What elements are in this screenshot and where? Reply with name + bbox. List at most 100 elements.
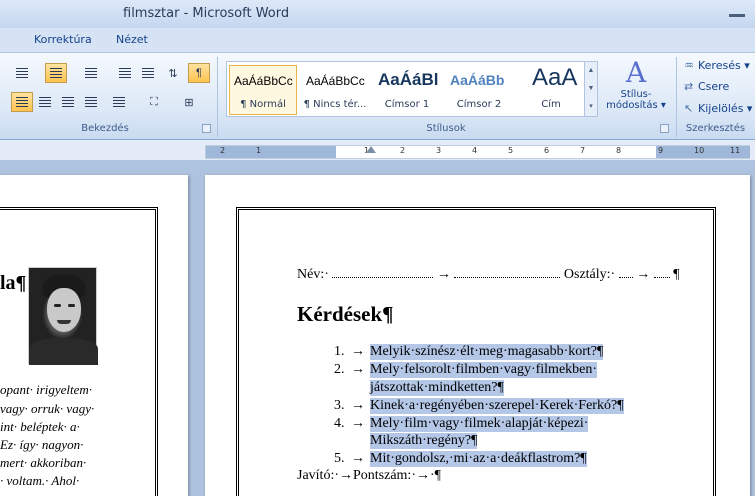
decrease-indent-button[interactable]	[114, 63, 136, 83]
ruler-number: 2	[220, 146, 226, 155]
align-center-button[interactable]	[34, 92, 56, 112]
photo-eye	[54, 304, 61, 307]
scroll-down-icon[interactable]: ▼	[585, 80, 597, 98]
line-spacing-button[interactable]	[108, 92, 130, 112]
tab-arrow-icon: →	[351, 416, 365, 431]
align-right-icon	[62, 97, 74, 107]
horizontal-ruler[interactable]: 2 1 1 2 3 4 5 6 7 8 9 10 11	[205, 145, 750, 159]
styles-gallery: AaÁáBbCc ¶ Normál AaÁáBbCc ¶ Nincs tér..…	[226, 61, 594, 117]
align-right-button[interactable]	[57, 92, 79, 112]
style-normal[interactable]: AaÁáBbCc ¶ Normál	[229, 65, 297, 115]
style-sample: AaÁáBbCc	[306, 74, 365, 88]
left-heading-fragment: la¶	[0, 272, 27, 294]
paragraph-dialog-launcher[interactable]	[202, 124, 211, 133]
tab-arrow-icon: →	[436, 267, 451, 282]
style-name: ¶ Nincs tér...	[303, 99, 367, 110]
borders-button[interactable]: ⊞	[178, 92, 200, 112]
align-left-icon	[16, 97, 28, 107]
change-styles-icon: A	[625, 56, 647, 89]
align-center-icon	[39, 97, 51, 107]
photo-eye	[68, 304, 75, 307]
find-button[interactable]: ♒ Keresés ▾	[684, 59, 750, 72]
style-heading-2[interactable]: AaÁáBb Címsor 2	[445, 65, 513, 115]
pilcrow-icon: ¶	[196, 67, 202, 79]
ruler-number: 2	[400, 146, 406, 155]
photo-mouth	[57, 320, 71, 324]
name-leader	[332, 277, 434, 278]
ruler-number: 10	[694, 146, 705, 155]
multilevel-list-icon	[85, 68, 97, 78]
sort-button[interactable]: ⇅	[162, 63, 184, 83]
tab-arrow-icon: →	[351, 398, 365, 413]
ribbon: ⇅ ¶ ⛶ ⊞ Bekezdés AaÁáBbCc ¶ Normál AaÁáB…	[0, 52, 755, 140]
shading-button[interactable]: ⛶	[143, 92, 165, 112]
group-label-editing: Szerkesztés	[685, 123, 746, 134]
photo-face	[47, 288, 81, 332]
cursor-icon: ↖	[684, 102, 694, 115]
name-leader	[454, 277, 561, 278]
replace-icon: ⇄	[684, 80, 694, 93]
grader-line: Javító:·→Pontszám:·→·¶	[297, 468, 441, 483]
show-marks-button[interactable]: ¶	[188, 63, 210, 83]
find-label: Keresés ▾	[698, 59, 750, 72]
class-label: Osztály:·	[563, 267, 616, 282]
minimize-button[interactable]	[729, 14, 745, 17]
increase-indent-button[interactable]	[137, 63, 159, 83]
title-bar: filmsztar - Microsoft Word	[0, 0, 755, 28]
change-styles-label-1: Stílus-	[620, 89, 652, 100]
left-text-line: mert· akkoriban·	[0, 455, 87, 470]
replace-label: Csere	[698, 80, 730, 93]
style-name: ¶ Normál	[240, 99, 286, 110]
left-text-line: vagy· orruk· vagy·	[0, 401, 95, 416]
decrease-indent-icon	[119, 68, 131, 78]
photo-body	[29, 338, 98, 365]
select-button[interactable]: ↖ Kijelölés ▾	[684, 102, 752, 115]
numbering-icon	[50, 68, 62, 78]
indent-marker[interactable]	[366, 146, 376, 153]
style-name: Címsor 2	[456, 99, 502, 110]
increase-indent-icon	[142, 68, 154, 78]
bullets-icon	[16, 68, 28, 78]
scroll-up-icon[interactable]: ▲	[585, 62, 597, 80]
question-text: Mikszáth·regény?¶	[370, 433, 478, 449]
justify-icon	[85, 97, 97, 107]
style-sample: AaA	[532, 64, 578, 91]
bullets-button[interactable]	[11, 63, 33, 83]
ruler-number: 5	[508, 146, 514, 155]
replace-button[interactable]: ⇄ Csere	[684, 80, 729, 93]
style-no-spacing[interactable]: AaÁáBbCc ¶ Nincs tér...	[301, 65, 369, 115]
ruler-number: 4	[472, 146, 478, 155]
ruler-number: 3	[436, 146, 442, 155]
multilevel-list-button[interactable]	[80, 63, 102, 83]
group-label-paragraph: Bekezdés	[81, 123, 129, 134]
gallery-more-icon[interactable]: ▾	[585, 98, 597, 116]
name-label: Név:·	[297, 267, 329, 282]
tab-arrow-icon: →	[351, 344, 365, 359]
style-title[interactable]: AaA Cím	[517, 64, 585, 115]
tab-arrow-icon: →	[636, 267, 651, 282]
ruler-number: 8	[616, 146, 622, 155]
numbering-button[interactable]	[45, 63, 67, 83]
tab-view[interactable]: Nézet	[116, 33, 148, 46]
ruler-number: 9	[658, 146, 664, 155]
style-sample: AaÁáBbCc	[234, 74, 293, 88]
document-heading: Kérdések¶	[297, 302, 394, 326]
tab-arrow-icon: →	[351, 362, 365, 377]
left-text-line: Ez· így· nagyon·	[0, 437, 84, 452]
change-styles-button[interactable]: A Stílus- módosítás ▾	[604, 57, 668, 121]
question-number: 4.	[334, 416, 345, 431]
line-spacing-icon	[113, 97, 125, 107]
style-heading-1[interactable]: AaÁáBl Címsor 1	[373, 65, 441, 115]
align-left-button[interactable]	[11, 92, 33, 112]
window-title: filmsztar - Microsoft Word	[123, 6, 290, 21]
tab-review[interactable]: Korrektúra	[34, 33, 92, 46]
style-name: Cím	[541, 99, 561, 110]
styles-dialog-launcher[interactable]	[660, 124, 669, 133]
select-label: Kijelölés ▾	[698, 102, 753, 115]
class-leader	[653, 277, 670, 278]
left-text-line: · voltam.· Ahol·	[0, 473, 80, 488]
justify-button[interactable]	[80, 92, 102, 112]
question-text: Kinek·a·regényében·szerepel·Kerek·Ferkó?…	[370, 398, 624, 414]
gallery-scroll[interactable]: ▲ ▼ ▾	[584, 61, 598, 117]
question-text: játszottak·mindketten?¶	[370, 380, 504, 396]
